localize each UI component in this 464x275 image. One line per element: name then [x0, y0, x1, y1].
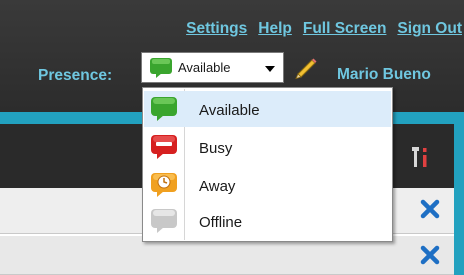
presence-menu: Available Busy Away Offline — [142, 87, 393, 242]
settings-tools-icon[interactable] — [412, 145, 432, 174]
top-links: Settings Help Full Screen Sign Out — [186, 20, 462, 38]
presence-selected-value: Available — [178, 60, 231, 75]
user-name: Mario Bueno — [337, 66, 431, 83]
menu-item-available[interactable]: Available — [144, 91, 391, 127]
close-icon[interactable] — [419, 244, 441, 271]
accent-edge — [454, 112, 464, 275]
busy-status-icon — [148, 132, 180, 167]
offline-status-icon — [148, 206, 180, 241]
menu-item-busy[interactable]: Busy — [144, 129, 391, 165]
menu-item-label: Away — [199, 178, 236, 195]
close-icon[interactable] — [419, 198, 441, 225]
full-screen-link[interactable]: Full Screen — [303, 20, 387, 38]
presence-dropdown[interactable]: Available — [141, 52, 284, 83]
sign-out-link[interactable]: Sign Out — [397, 20, 462, 38]
menu-item-label: Busy — [199, 140, 233, 157]
presence-app: Settings Help Full Screen Sign Out Prese… — [0, 0, 464, 275]
available-status-icon — [148, 94, 180, 129]
chevron-down-icon — [265, 66, 275, 72]
available-status-icon — [148, 56, 174, 85]
presence-label: Presence: — [38, 67, 113, 84]
away-status-icon — [148, 170, 180, 205]
pencil-edit-icon[interactable] — [292, 54, 318, 85]
menu-item-label: Available — [199, 102, 260, 119]
help-link[interactable]: Help — [258, 20, 292, 38]
menu-item-away[interactable]: Away — [144, 167, 391, 203]
menu-item-label: Offline — [199, 214, 243, 231]
menu-item-offline[interactable]: Offline — [144, 203, 391, 239]
settings-link[interactable]: Settings — [186, 20, 247, 38]
